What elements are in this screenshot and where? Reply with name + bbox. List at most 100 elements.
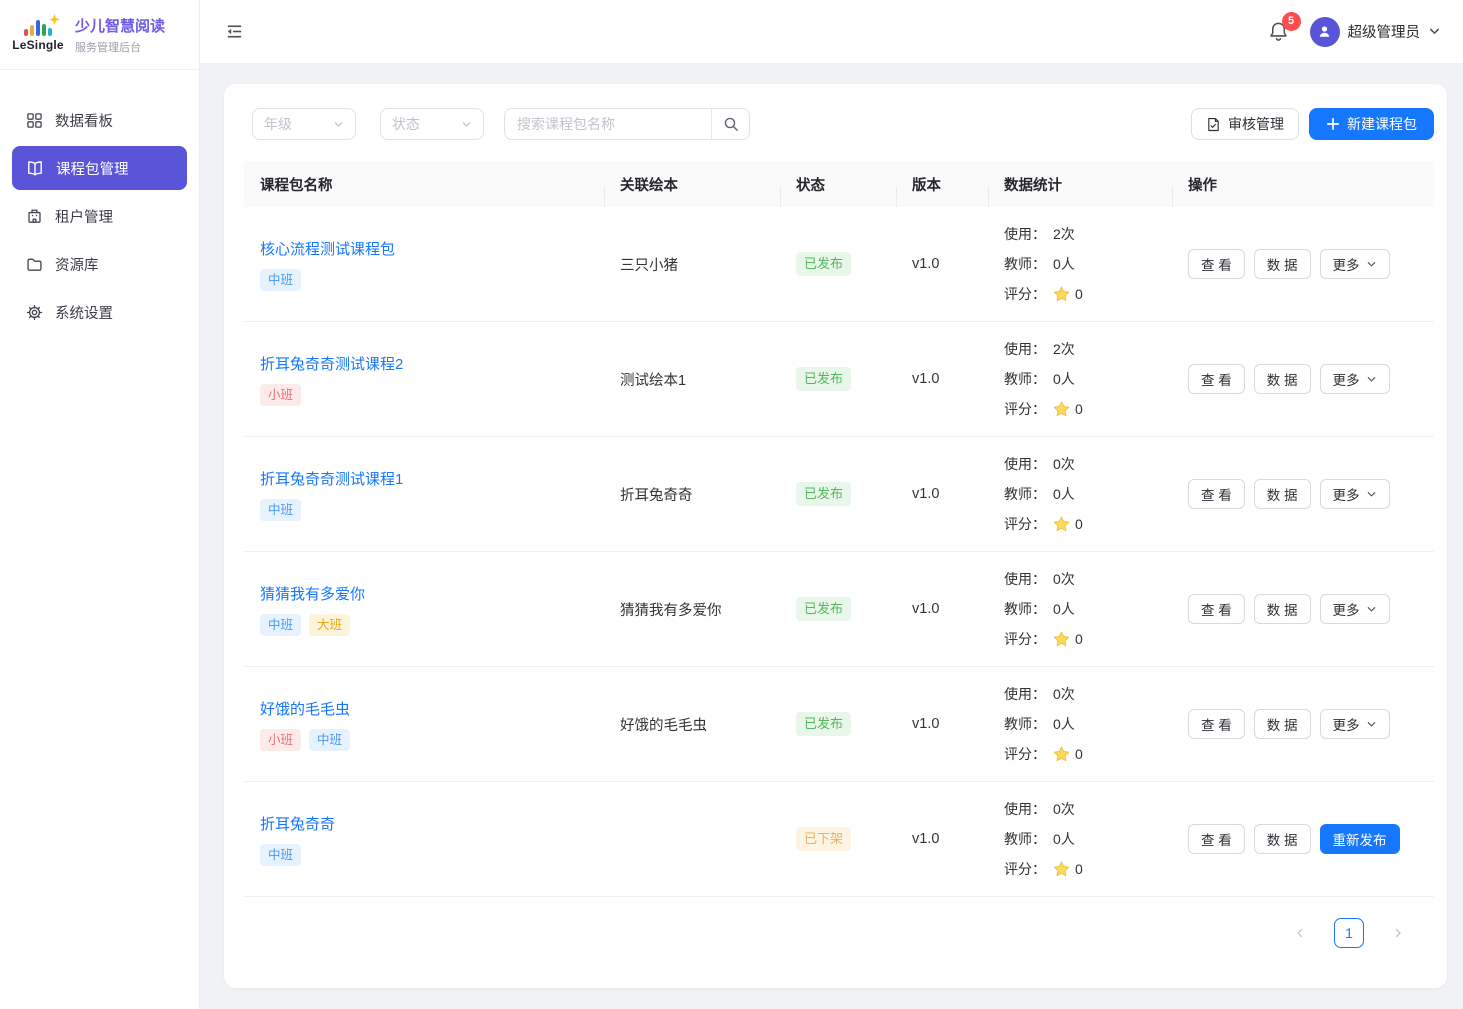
teachers-value: 0人 bbox=[1053, 249, 1075, 279]
view-button[interactable]: 查 看 bbox=[1188, 594, 1245, 624]
column-header-actions: 操作 bbox=[1172, 174, 1434, 195]
column-header-name: 课程包名称 bbox=[244, 174, 604, 195]
status-badge: 已发布 bbox=[796, 367, 851, 391]
grade-tags: 中班 bbox=[260, 844, 588, 866]
create-button-label: 新建课程包 bbox=[1347, 114, 1417, 134]
main-content: 年级 状态 bbox=[200, 63, 1463, 1009]
top-header: 5 超级管理员 bbox=[200, 0, 1463, 63]
menu-fold-icon bbox=[225, 22, 244, 41]
actions-cell: 查 看数 据更多 bbox=[1172, 709, 1434, 739]
package-name-link[interactable]: 核心流程测试课程包 bbox=[260, 238, 395, 259]
notification-badge: 5 bbox=[1282, 12, 1301, 31]
course-package-card: 年级 状态 bbox=[224, 84, 1447, 988]
package-name-link[interactable]: 好饿的毛毛虫 bbox=[260, 698, 350, 719]
version-cell: v1.0 bbox=[896, 601, 988, 617]
view-button[interactable]: 查 看 bbox=[1188, 824, 1245, 854]
status-badge: 已下架 bbox=[796, 827, 851, 851]
view-button[interactable]: 查 看 bbox=[1188, 709, 1245, 739]
user-menu[interactable]: 超级管理员 bbox=[1310, 17, 1442, 47]
chevron-down-icon bbox=[1366, 489, 1377, 500]
table-body: 核心流程测试课程包中班三只小猪已发布v1.0使用：2次教师：0人评分：0查 看数… bbox=[244, 207, 1434, 897]
package-name-link[interactable]: 折耳兔奇奇测试课程2 bbox=[260, 353, 403, 374]
data-button[interactable]: 数 据 bbox=[1254, 249, 1311, 279]
sidebar-item-label: 资源库 bbox=[55, 254, 99, 275]
usage-value: 0次 bbox=[1053, 794, 1075, 824]
view-button[interactable]: 查 看 bbox=[1188, 249, 1245, 279]
more-button[interactable]: 更多 bbox=[1320, 594, 1390, 624]
book-icon bbox=[26, 160, 44, 177]
data-button[interactable]: 数 据 bbox=[1254, 709, 1311, 739]
package-name-link[interactable]: 折耳兔奇奇测试课程1 bbox=[260, 468, 403, 489]
actions-cell: 查 看数 据更多 bbox=[1172, 594, 1434, 624]
sidebar-item-dashboard[interactable]: 数据看板 bbox=[12, 98, 187, 142]
grade-select[interactable]: 年级 bbox=[252, 108, 356, 140]
status-select-placeholder: 状态 bbox=[392, 114, 420, 134]
notifications-button[interactable]: 5 bbox=[1268, 20, 1290, 44]
actions-cell: 查 看数 据更多 bbox=[1172, 479, 1434, 509]
more-button[interactable]: 更多 bbox=[1320, 709, 1390, 739]
sidebar-item-resources[interactable]: 资源库 bbox=[12, 242, 187, 286]
rating-value: 0 bbox=[1075, 624, 1083, 654]
gear-icon bbox=[26, 304, 43, 321]
more-button[interactable]: 更多 bbox=[1320, 479, 1390, 509]
data-button[interactable]: 数 据 bbox=[1254, 479, 1311, 509]
table-row: 折耳兔奇奇测试课程1中班折耳兔奇奇已发布v1.0使用：0次教师：0人评分：0查 … bbox=[244, 437, 1434, 552]
building-icon bbox=[26, 208, 43, 225]
related-book-cell: 测试绘本1 bbox=[604, 369, 780, 390]
grade-tag: 大班 bbox=[309, 614, 350, 636]
data-button[interactable]: 数 据 bbox=[1254, 364, 1311, 394]
view-button[interactable]: 查 看 bbox=[1188, 479, 1245, 509]
grade-tag: 小班 bbox=[260, 729, 301, 751]
sidebar-item-course-packages[interactable]: 课程包管理 bbox=[12, 146, 187, 190]
chevron-down-icon bbox=[1366, 604, 1377, 615]
pagination-next-button[interactable] bbox=[1385, 920, 1411, 946]
audit-icon bbox=[1206, 117, 1221, 132]
user-name: 超级管理员 bbox=[1348, 21, 1421, 42]
grade-tag: 中班 bbox=[260, 499, 301, 521]
related-book-cell: 折耳兔奇奇 bbox=[604, 484, 780, 505]
audit-management-button[interactable]: 审核管理 bbox=[1191, 108, 1299, 140]
chevron-left-icon bbox=[1294, 927, 1306, 939]
search-button[interactable] bbox=[711, 109, 749, 139]
search-input[interactable] bbox=[505, 109, 711, 139]
grade-tags: 中班大班 bbox=[260, 614, 588, 636]
rating-value: 0 bbox=[1075, 279, 1083, 309]
pagination-page-1[interactable]: 1 bbox=[1334, 918, 1364, 948]
avatar bbox=[1310, 17, 1340, 47]
brand-logo-text: LeSingle bbox=[12, 38, 64, 52]
teachers-value: 0人 bbox=[1053, 364, 1075, 394]
actions-cell: 查 看数 据更多 bbox=[1172, 364, 1434, 394]
view-button[interactable]: 查 看 bbox=[1188, 364, 1245, 394]
republish-button[interactable]: 重新发布 bbox=[1320, 824, 1400, 854]
table-row: 好饿的毛毛虫小班中班好饿的毛毛虫已发布v1.0使用：0次教师：0人评分：0查 看… bbox=[244, 667, 1434, 782]
chevron-down-icon bbox=[461, 119, 472, 130]
package-name-link[interactable]: 折耳兔奇奇 bbox=[260, 813, 335, 834]
status-badge: 已发布 bbox=[796, 252, 851, 276]
rating-value: 0 bbox=[1075, 854, 1083, 884]
sidebar-item-tenants[interactable]: 租户管理 bbox=[12, 194, 187, 238]
pagination-prev-button[interactable] bbox=[1287, 920, 1313, 946]
status-badge: 已发布 bbox=[796, 712, 851, 736]
sidebar-collapse-button[interactable] bbox=[225, 22, 244, 41]
status-select[interactable]: 状态 bbox=[380, 108, 484, 140]
data-button[interactable]: 数 据 bbox=[1254, 824, 1311, 854]
package-name-link[interactable]: 猜猜我有多爱你 bbox=[260, 583, 365, 604]
grade-tags: 小班 bbox=[260, 384, 588, 406]
data-button[interactable]: 数 据 bbox=[1254, 594, 1311, 624]
sidebar-item-label: 系统设置 bbox=[55, 302, 113, 323]
create-package-button[interactable]: 新建课程包 bbox=[1309, 108, 1434, 140]
more-button[interactable]: 更多 bbox=[1320, 249, 1390, 279]
course-package-table: 课程包名称 关联绘本 状态 版本 数据统计 操作 核心流程测试课程包中班三只小猪… bbox=[244, 161, 1434, 948]
related-book-cell: 好饿的毛毛虫 bbox=[604, 714, 780, 735]
status-badge: 已发布 bbox=[796, 482, 851, 506]
search-group bbox=[504, 108, 750, 140]
teachers-value: 0人 bbox=[1053, 824, 1075, 854]
sidebar-item-settings[interactable]: 系统设置 bbox=[12, 290, 187, 334]
teachers-value: 0人 bbox=[1053, 594, 1075, 624]
rating-value: 0 bbox=[1075, 739, 1083, 769]
status-badge: 已发布 bbox=[796, 597, 851, 621]
sidebar-item-label: 课程包管理 bbox=[56, 158, 129, 179]
more-button[interactable]: 更多 bbox=[1320, 364, 1390, 394]
star-icon bbox=[1053, 516, 1070, 533]
logo-bars-icon bbox=[24, 18, 52, 36]
